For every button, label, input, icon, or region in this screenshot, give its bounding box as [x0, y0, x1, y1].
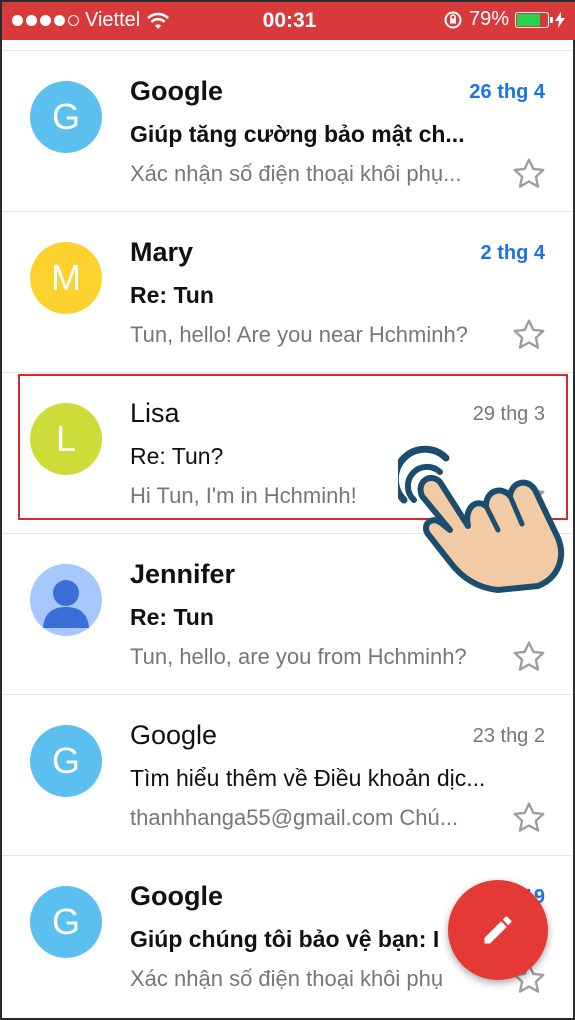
email-row[interactable]: G Google 26 thg 4 Giúp tăng cường bảo mậ…	[2, 50, 573, 212]
email-snippet: Xác nhận số điện thoại khôi phụ...	[130, 161, 462, 186]
email-date: 26 thg 4	[469, 81, 545, 103]
tap-hand-icon	[398, 445, 565, 593]
rotation-lock-icon	[444, 11, 462, 28]
email-date: 2 thg 4	[480, 242, 545, 264]
battery-percent: 79%	[468, 8, 509, 30]
sender-name: Jennifer	[130, 559, 236, 589]
battery-icon	[515, 11, 553, 28]
email-row[interactable]: G Google 23 thg 2 Tìm hiểu thêm về Điều …	[2, 695, 573, 856]
email-snippet: Tun, hello, are you from Hchminh?	[130, 644, 467, 669]
email-subject: Tìm hiểu thêm về Điều khoản dịc...	[130, 765, 486, 791]
email-row[interactable]: M Mary 2 thg 4 Re: Tun Tun, hello! Are y…	[2, 212, 573, 373]
star-icon[interactable]	[511, 156, 547, 192]
avatar: G	[30, 886, 102, 958]
email-snippet: thanhhanga55@gmail.com Chú...	[130, 805, 459, 830]
email-date: 23 thg 2	[472, 725, 545, 747]
charging-bolt-icon	[555, 11, 565, 28]
star-icon[interactable]	[511, 317, 547, 353]
sender-name: Mary	[130, 237, 194, 267]
email-snippet: Xác nhận số điện thoại khôi phụ	[130, 966, 444, 991]
person-icon	[43, 580, 89, 628]
avatar: G	[30, 725, 102, 797]
sender-name: Google	[130, 881, 223, 911]
email-snippet: Tun, hello! Are you near Hchminh?	[130, 322, 468, 347]
sender-name: Lisa	[130, 398, 180, 428]
email-subject: Giúp tăng cường bảo mật ch...	[130, 121, 465, 147]
email-subject: Re: Tun	[130, 282, 214, 308]
pencil-icon	[484, 916, 512, 944]
email-subject: Re: Tun	[130, 604, 214, 630]
compose-button[interactable]	[448, 880, 548, 980]
avatar: G	[30, 81, 102, 153]
avatar: L	[30, 403, 102, 475]
email-date: 29 thg 3	[472, 403, 545, 425]
star-icon[interactable]	[511, 639, 547, 675]
email-subject: Giúp chúng tôi bảo vệ bạn: I	[130, 926, 440, 952]
battery-group: 79%	[443, 8, 565, 31]
avatar: M	[30, 242, 102, 314]
avatar	[30, 564, 102, 636]
star-icon[interactable]	[511, 800, 547, 836]
sender-name: Google	[130, 76, 223, 106]
sender-name: Google	[130, 720, 218, 750]
status-bar: Viettel 00:31 79%	[2, 2, 575, 40]
